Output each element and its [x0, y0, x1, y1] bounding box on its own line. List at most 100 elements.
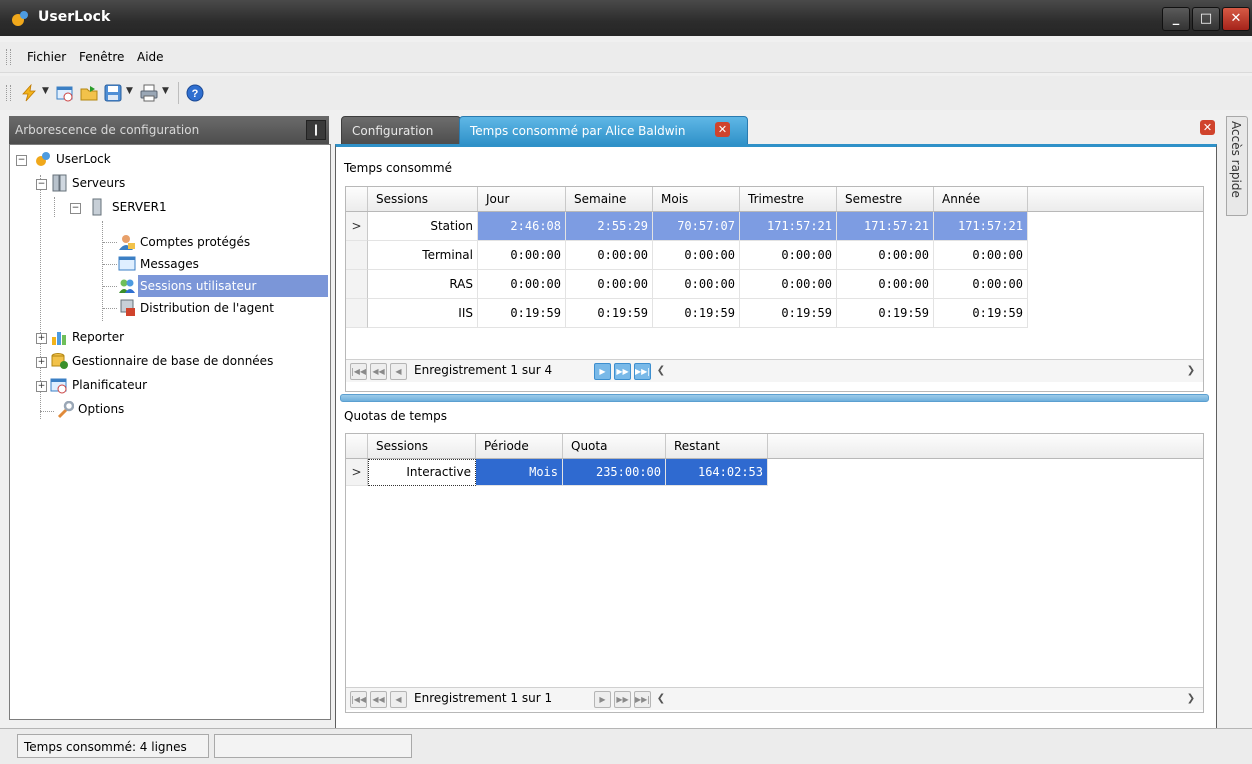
save-dropdown-icon[interactable]: ▼ — [126, 86, 133, 96]
grid-cell[interactable]: 0:00:00 — [837, 270, 934, 299]
tree-item-userlock[interactable]: UserLock — [56, 148, 111, 170]
tree-item-gestionnaire-bdd[interactable]: Gestionnaire de base de données — [72, 350, 273, 372]
expand-planificateur-icon[interactable]: + — [36, 381, 47, 392]
grid-cell[interactable]: 0:00:00 — [934, 241, 1028, 270]
scroll-right-icon[interactable]: ❯ — [1184, 363, 1198, 378]
tree-item-comptes-proteges[interactable]: Comptes protégés — [140, 231, 250, 253]
save-icon[interactable] — [104, 84, 122, 102]
grid-cell[interactable]: 2:46:08 — [478, 212, 566, 241]
expand-reporter-icon[interactable]: + — [36, 333, 47, 344]
collapse-userlock-icon[interactable]: − — [16, 155, 27, 166]
expand-database-icon[interactable]: + — [36, 357, 47, 368]
quick-access-side-tab[interactable]: Accès rapide — [1226, 116, 1248, 216]
tab-temps-consomme[interactable]: Temps consommé par Alice Baldwin — [459, 116, 748, 146]
grid-cell[interactable]: 0:19:59 — [566, 299, 653, 328]
prev-record-button[interactable]: ◀ — [390, 691, 407, 708]
grid-cell[interactable]: 70:57:07 — [653, 212, 740, 241]
tab-configuration[interactable]: Configuration — [341, 116, 461, 146]
panel-splitter[interactable] — [340, 394, 1209, 402]
prev-page-button[interactable]: ◀◀ — [370, 691, 387, 708]
col-jour[interactable]: Jour — [478, 187, 566, 211]
minimize-button[interactable]: _ — [1162, 7, 1190, 31]
col-sessions[interactable]: Sessions — [368, 187, 478, 211]
pin-icon[interactable]: ❙ — [306, 120, 326, 140]
grid-cell[interactable]: 164:02:53 — [666, 459, 768, 486]
tree-item-server1[interactable]: SERVER1 — [112, 196, 167, 218]
grid-cell[interactable]: Station — [368, 212, 478, 241]
close-all-tabs-icon[interactable]: ✕ — [1200, 120, 1215, 135]
grid-cell[interactable]: 171:57:21 — [934, 212, 1028, 241]
close-tab-icon[interactable]: ✕ — [715, 122, 730, 137]
tree-item-sessions-utilisateur[interactable]: Sessions utilisateur — [138, 275, 328, 297]
tree-item-planificateur[interactable]: Planificateur — [72, 374, 147, 396]
tree-item-options[interactable]: Options — [78, 398, 124, 420]
grid-cell[interactable]: 0:00:00 — [837, 241, 934, 270]
row-selector[interactable] — [346, 241, 368, 270]
grid-cell[interactable]: 0:00:00 — [653, 241, 740, 270]
tree-item-reporter[interactable]: Reporter — [72, 326, 124, 348]
close-window-button[interactable]: ✕ — [1222, 7, 1250, 31]
grid-cell[interactable]: 0:19:59 — [653, 299, 740, 328]
menu-fichier[interactable]: Fichier — [27, 50, 66, 64]
next-page-button[interactable]: ▶▶ — [614, 363, 631, 380]
tree-item-serveurs[interactable]: Serveurs — [72, 172, 125, 194]
grid-cell[interactable]: 0:00:00 — [478, 270, 566, 299]
col-annee[interactable]: Année — [934, 187, 1028, 211]
open-folder-icon[interactable] — [80, 84, 98, 102]
row-selector-current[interactable]: > — [346, 459, 368, 486]
collapse-server1-icon[interactable]: − — [70, 203, 81, 214]
schedule-icon[interactable] — [56, 84, 74, 102]
grid-cell[interactable]: 171:57:21 — [740, 212, 837, 241]
grid-cell[interactable]: 0:00:00 — [566, 241, 653, 270]
grid-cell[interactable]: RAS — [368, 270, 478, 299]
grid-cell[interactable]: 0:00:00 — [740, 270, 837, 299]
lightning-icon[interactable] — [20, 83, 38, 102]
grid-cell[interactable]: 2:55:29 — [566, 212, 653, 241]
menu-aide[interactable]: Aide — [137, 50, 164, 64]
lightning-dropdown-icon[interactable]: ▼ — [42, 86, 49, 96]
scroll-right-icon[interactable]: ❯ — [1184, 691, 1198, 706]
col-trimestre[interactable]: Trimestre — [740, 187, 837, 211]
first-record-button[interactable]: |◀◀ — [350, 363, 367, 380]
col-periode[interactable]: Période — [476, 434, 563, 458]
row-selector-current[interactable]: > — [346, 212, 368, 241]
col-sessions[interactable]: Sessions — [368, 434, 476, 458]
grid-cell[interactable]: 0:00:00 — [478, 241, 566, 270]
last-record-button[interactable]: ▶▶| — [634, 691, 651, 708]
tree-item-distribution-agent[interactable]: Distribution de l'agent — [140, 297, 274, 319]
next-page-button[interactable]: ▶▶ — [614, 691, 631, 708]
col-semaine[interactable]: Semaine — [566, 187, 653, 211]
grid-cell[interactable]: Terminal — [368, 241, 478, 270]
last-record-button[interactable]: ▶▶| — [634, 363, 651, 380]
grid-cell[interactable]: IIS — [368, 299, 478, 328]
row-selector[interactable] — [346, 270, 368, 299]
grid-cell[interactable]: 0:00:00 — [653, 270, 740, 299]
grid-cell[interactable]: Interactive — [368, 459, 476, 486]
grid-cell[interactable]: 0:19:59 — [837, 299, 934, 328]
grid-cell[interactable]: Mois — [476, 459, 563, 486]
grid-cell[interactable]: 0:00:00 — [740, 241, 837, 270]
next-record-button[interactable]: ▶ — [594, 363, 611, 380]
help-icon[interactable]: ? — [186, 84, 204, 102]
grid-cell[interactable]: 0:19:59 — [478, 299, 566, 328]
menu-fenetre[interactable]: Fenêtre — [79, 50, 124, 64]
tree-item-messages[interactable]: Messages — [140, 253, 199, 275]
grid-cell[interactable]: 171:57:21 — [837, 212, 934, 241]
print-icon[interactable] — [140, 84, 158, 102]
prev-record-button[interactable]: ◀ — [390, 363, 407, 380]
col-mois[interactable]: Mois — [653, 187, 740, 211]
prev-page-button[interactable]: ◀◀ — [370, 363, 387, 380]
grid-cell[interactable]: 0:19:59 — [934, 299, 1028, 328]
grid-cell[interactable]: 0:00:00 — [934, 270, 1028, 299]
grid-cell[interactable]: 235:00:00 — [563, 459, 666, 486]
grid-cell[interactable]: 0:00:00 — [566, 270, 653, 299]
next-record-button[interactable]: ▶ — [594, 691, 611, 708]
grid-cell[interactable]: 0:19:59 — [740, 299, 837, 328]
print-dropdown-icon[interactable]: ▼ — [162, 86, 169, 96]
row-selector[interactable] — [346, 299, 368, 328]
col-semestre[interactable]: Semestre — [837, 187, 934, 211]
col-restant[interactable]: Restant — [666, 434, 768, 458]
scroll-left-icon[interactable]: ❮ — [654, 691, 668, 706]
maximize-button[interactable]: □ — [1192, 7, 1220, 31]
scroll-left-icon[interactable]: ❮ — [654, 363, 668, 378]
